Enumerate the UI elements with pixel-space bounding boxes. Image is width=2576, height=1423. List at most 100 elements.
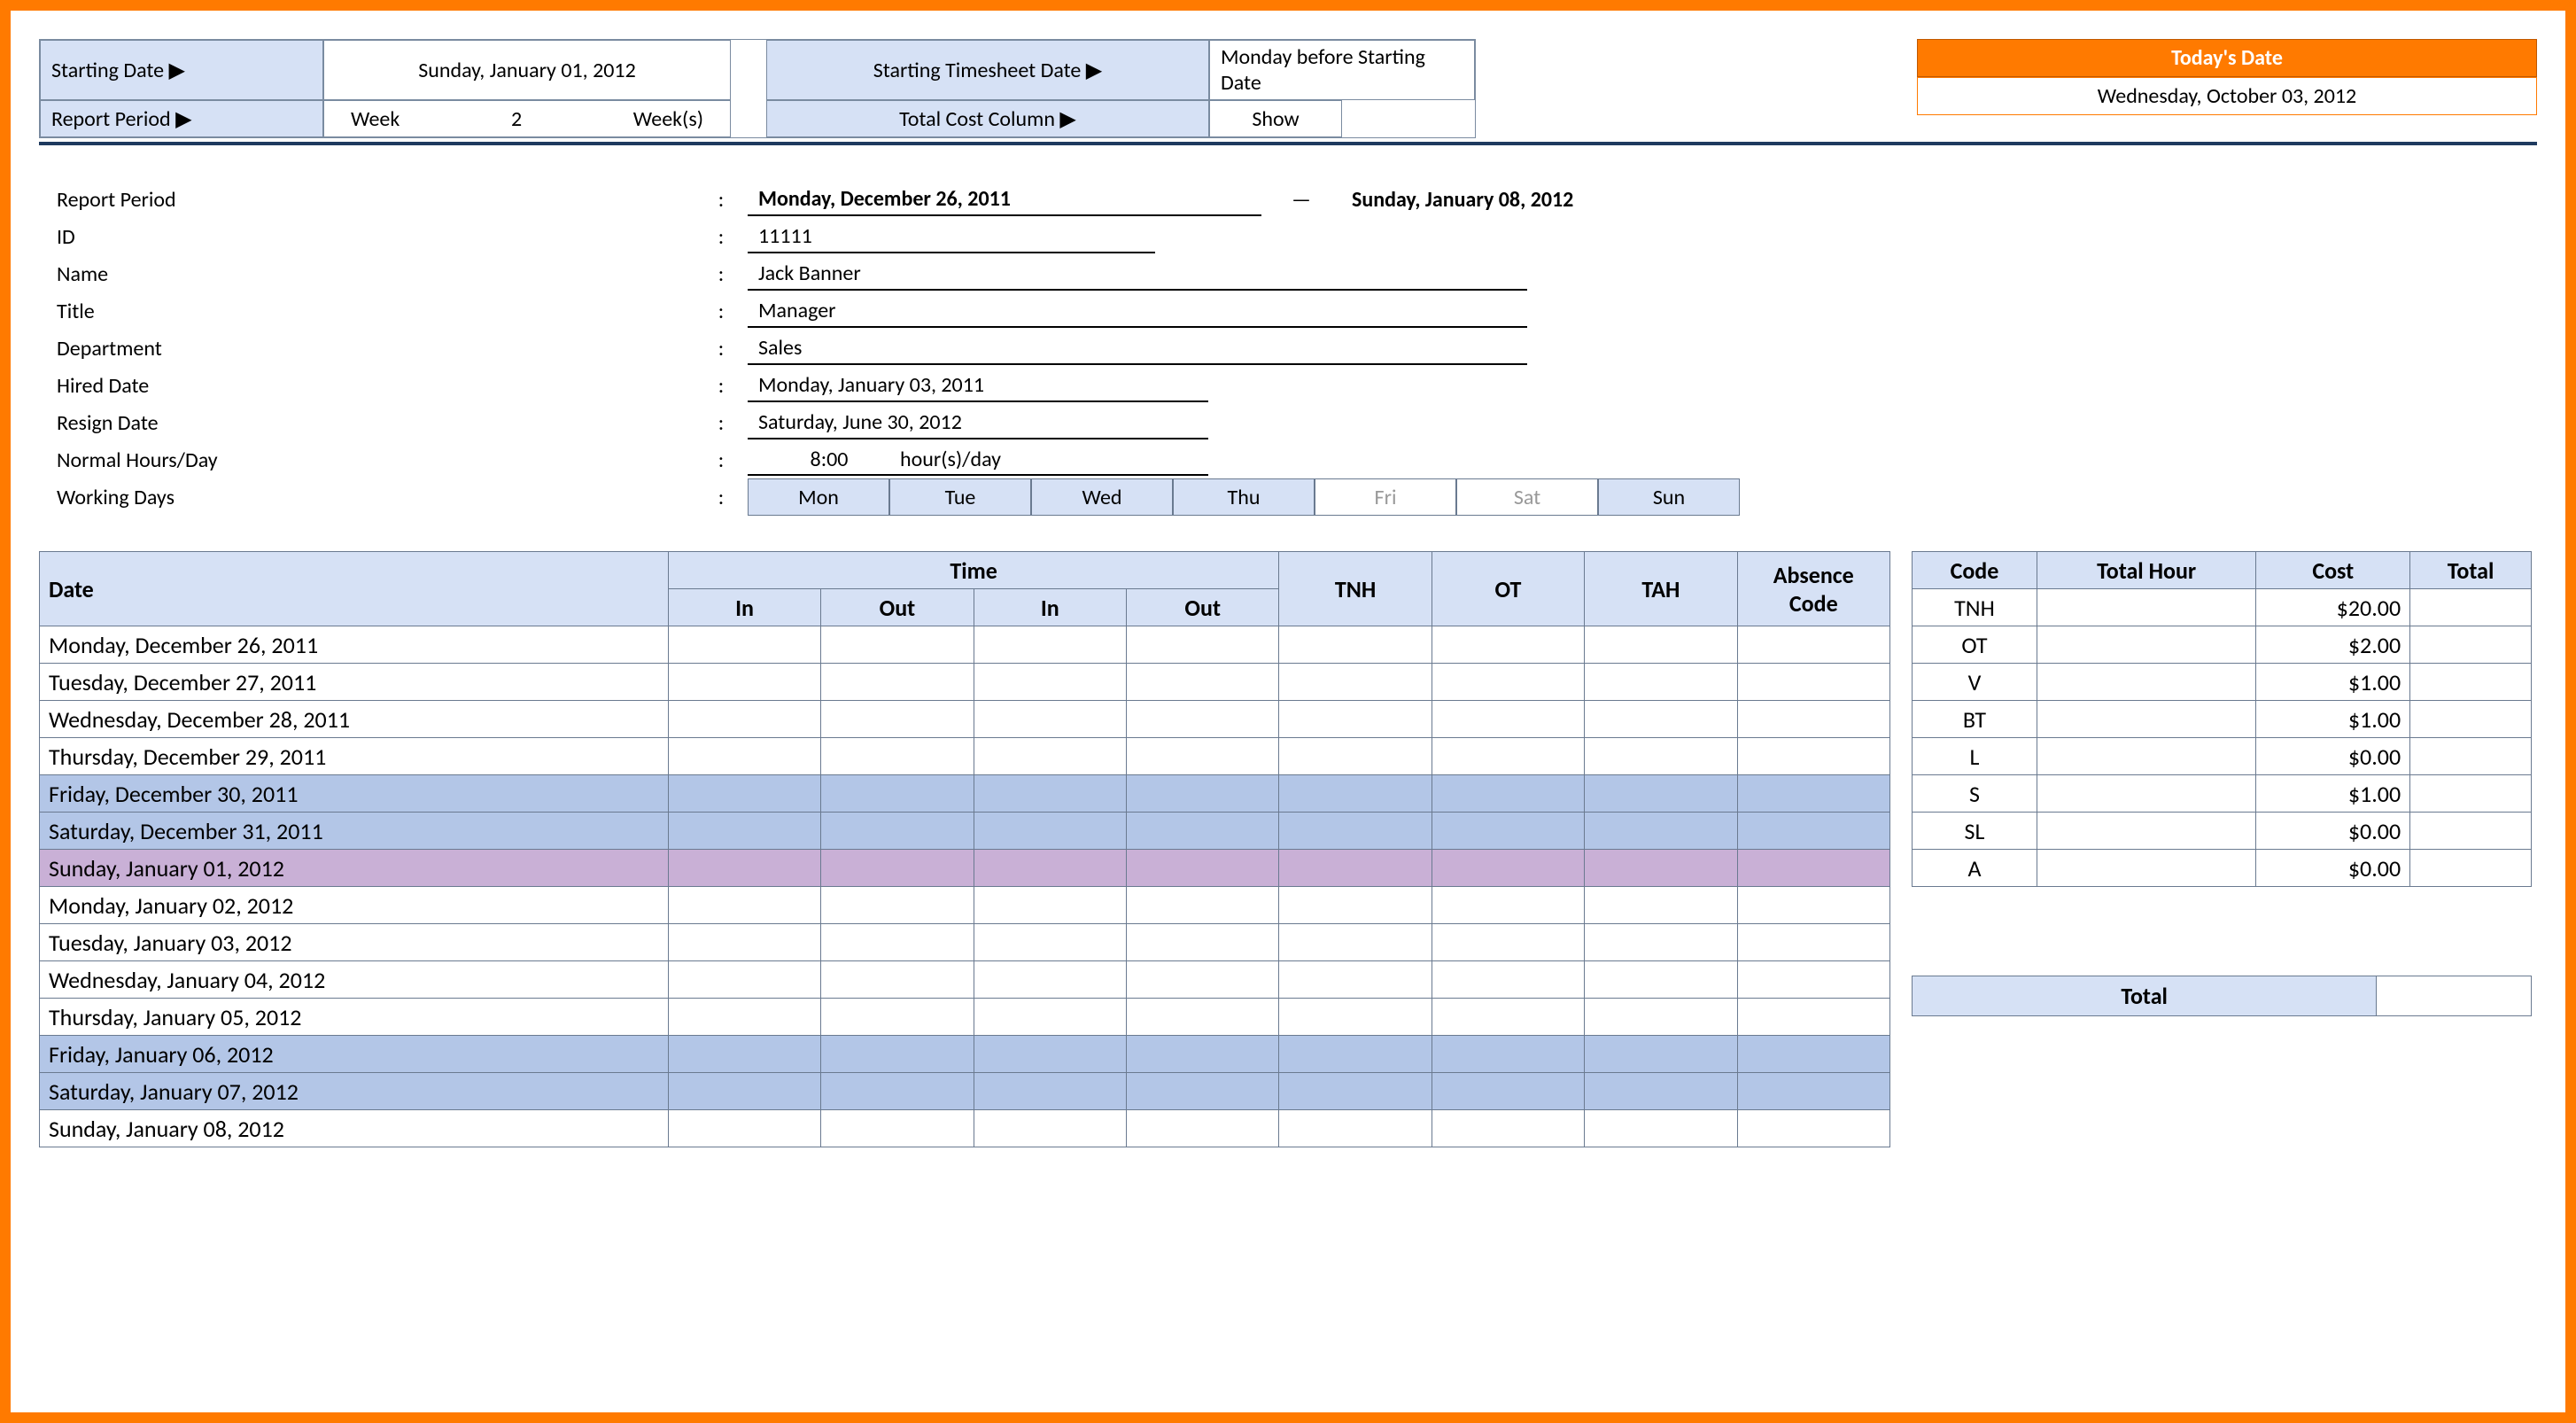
time-cell[interactable]: [1432, 999, 1584, 1036]
time-cell[interactable]: [668, 626, 820, 664]
id-value[interactable]: 11111: [748, 220, 1155, 253]
time-cell[interactable]: [974, 887, 1126, 924]
time-cell[interactable]: [1432, 961, 1584, 999]
time-cell[interactable]: [1737, 1110, 1889, 1147]
time-cell[interactable]: [974, 1073, 1126, 1110]
time-cell[interactable]: [1737, 850, 1889, 887]
time-cell[interactable]: [1585, 701, 1737, 738]
time-cell[interactable]: [1279, 999, 1432, 1036]
time-cell[interactable]: [821, 664, 974, 701]
time-cell[interactable]: [974, 738, 1126, 775]
time-cell[interactable]: [1127, 999, 1279, 1036]
time-cell[interactable]: [1585, 775, 1737, 813]
time-cell[interactable]: [1585, 664, 1737, 701]
time-cell[interactable]: [1737, 813, 1889, 850]
resign-value[interactable]: Saturday, June 30, 2012: [748, 406, 1208, 439]
day-thu[interactable]: Thu: [1173, 478, 1315, 516]
time-cell[interactable]: [1432, 1073, 1584, 1110]
time-cell[interactable]: [1127, 775, 1279, 813]
time-cell[interactable]: [821, 924, 974, 961]
time-cell[interactable]: [1279, 738, 1432, 775]
time-cell[interactable]: [1432, 664, 1584, 701]
time-cell[interactable]: [1432, 738, 1584, 775]
department-value[interactable]: Sales: [748, 331, 1527, 365]
time-cell[interactable]: [1585, 1073, 1737, 1110]
time-cell[interactable]: [1279, 701, 1432, 738]
day-mon[interactable]: Mon: [748, 478, 889, 516]
time-cell[interactable]: [821, 701, 974, 738]
time-cell[interactable]: [1432, 1110, 1584, 1147]
time-cell[interactable]: [1737, 701, 1889, 738]
total-cost-value[interactable]: Show: [1209, 100, 1342, 137]
time-cell[interactable]: [974, 1036, 1126, 1073]
day-fri[interactable]: Fri: [1315, 478, 1456, 516]
time-cell[interactable]: [668, 738, 820, 775]
starting-date-value[interactable]: Sunday, January 01, 2012: [323, 40, 731, 100]
time-cell[interactable]: [821, 738, 974, 775]
time-cell[interactable]: [821, 999, 974, 1036]
time-cell[interactable]: [1432, 626, 1584, 664]
report-period-param-value[interactable]: Week 2 Week(s): [323, 100, 731, 137]
time-cell[interactable]: [1585, 961, 1737, 999]
time-cell[interactable]: [974, 664, 1126, 701]
time-cell[interactable]: [821, 961, 974, 999]
time-cell[interactable]: [1585, 1036, 1737, 1073]
time-cell[interactable]: [1127, 887, 1279, 924]
time-cell[interactable]: [974, 1110, 1126, 1147]
time-cell[interactable]: [1279, 664, 1432, 701]
time-cell[interactable]: [668, 664, 820, 701]
time-cell[interactable]: [1585, 813, 1737, 850]
time-cell[interactable]: [974, 813, 1126, 850]
time-cell[interactable]: [821, 1110, 974, 1147]
time-cell[interactable]: [1737, 664, 1889, 701]
time-cell[interactable]: [1432, 850, 1584, 887]
time-cell[interactable]: [1737, 961, 1889, 999]
time-cell[interactable]: [668, 961, 820, 999]
time-cell[interactable]: [974, 626, 1126, 664]
hired-value[interactable]: Monday, January 03, 2011: [748, 369, 1208, 402]
time-cell[interactable]: [668, 813, 820, 850]
time-cell[interactable]: [668, 1110, 820, 1147]
time-cell[interactable]: [668, 850, 820, 887]
title-value[interactable]: Manager: [748, 294, 1527, 328]
time-cell[interactable]: [1279, 775, 1432, 813]
time-cell[interactable]: [974, 775, 1126, 813]
time-cell[interactable]: [821, 775, 974, 813]
time-cell[interactable]: [821, 1073, 974, 1110]
time-cell[interactable]: [1127, 1073, 1279, 1110]
time-cell[interactable]: [1127, 626, 1279, 664]
time-cell[interactable]: [1127, 738, 1279, 775]
time-cell[interactable]: [1279, 924, 1432, 961]
time-cell[interactable]: [1279, 1110, 1432, 1147]
time-cell[interactable]: [1279, 1073, 1432, 1110]
time-cell[interactable]: [821, 850, 974, 887]
time-cell[interactable]: [1127, 701, 1279, 738]
time-cell[interactable]: [974, 924, 1126, 961]
time-cell[interactable]: [821, 1036, 974, 1073]
time-cell[interactable]: [821, 626, 974, 664]
day-sat[interactable]: Sat: [1456, 478, 1598, 516]
time-cell[interactable]: [1279, 1036, 1432, 1073]
name-value[interactable]: Jack Banner: [748, 257, 1527, 291]
time-cell[interactable]: [1585, 738, 1737, 775]
time-cell[interactable]: [1432, 887, 1584, 924]
time-cell[interactable]: [668, 924, 820, 961]
time-cell[interactable]: [1737, 738, 1889, 775]
day-tue[interactable]: Tue: [889, 478, 1031, 516]
time-cell[interactable]: [1432, 701, 1584, 738]
time-cell[interactable]: [974, 961, 1126, 999]
time-cell[interactable]: [1737, 1073, 1889, 1110]
time-cell[interactable]: [1585, 924, 1737, 961]
time-cell[interactable]: [668, 775, 820, 813]
time-cell[interactable]: [1127, 924, 1279, 961]
day-sun[interactable]: Sun: [1598, 478, 1740, 516]
time-cell[interactable]: [974, 850, 1126, 887]
time-cell[interactable]: [1737, 999, 1889, 1036]
time-cell[interactable]: [1585, 626, 1737, 664]
time-cell[interactable]: [1432, 924, 1584, 961]
time-cell[interactable]: [974, 701, 1126, 738]
time-cell[interactable]: [1585, 887, 1737, 924]
time-cell[interactable]: [821, 887, 974, 924]
normal-hours-value[interactable]: 8:00 hour(s)/day: [748, 445, 1208, 476]
time-cell[interactable]: [1585, 1110, 1737, 1147]
